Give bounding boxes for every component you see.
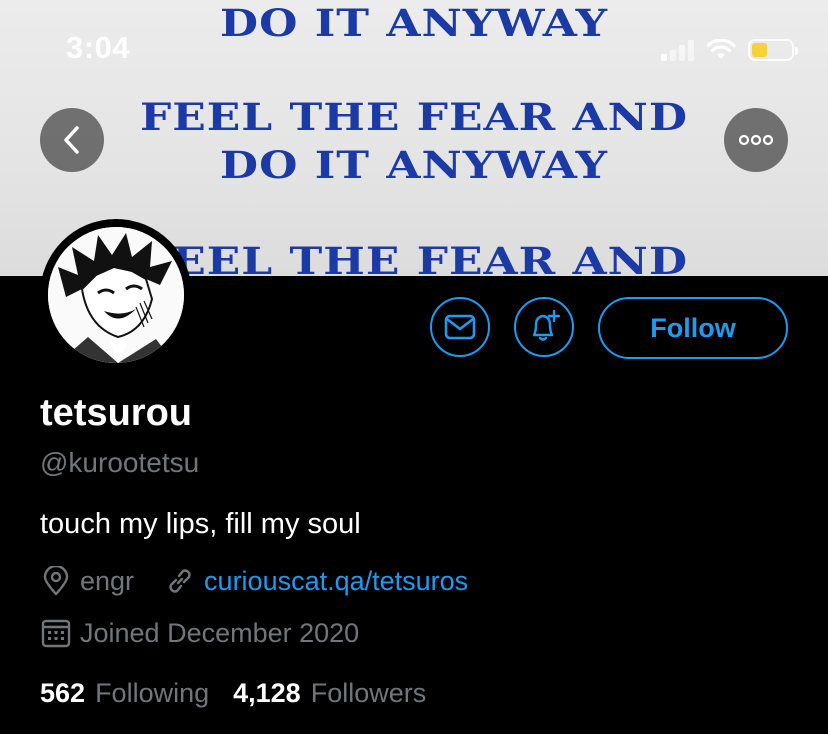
profile-join-date: Joined December 2020 bbox=[80, 617, 360, 648]
banner-text-line: FEEL THE FEAR AND bbox=[139, 95, 689, 140]
bell-plus-icon bbox=[532, 309, 561, 341]
following-label: Following bbox=[95, 678, 210, 708]
profile-meta-row: Joined December 2020 bbox=[40, 617, 359, 649]
profile-meta-row: engr curiouscat.qa/tetsuros bbox=[40, 565, 468, 597]
follow-stats: 562 Following 4,128 Followers bbox=[40, 678, 426, 709]
chevron-left-icon bbox=[64, 126, 79, 154]
avatar-image bbox=[48, 227, 184, 363]
profile-location: engr bbox=[80, 565, 135, 596]
wifi-icon bbox=[706, 39, 736, 59]
battery-level bbox=[752, 43, 767, 57]
followers-count: 4,128 bbox=[233, 678, 301, 708]
following-stat[interactable]: 562 Following bbox=[40, 678, 209, 709]
location-pin-icon bbox=[40, 565, 72, 597]
envelope-icon bbox=[444, 314, 476, 340]
avatar[interactable] bbox=[40, 219, 192, 371]
notifications-button[interactable] bbox=[514, 297, 574, 357]
profile-bio: touch my lips, fill my soul bbox=[40, 508, 361, 540]
battery-icon bbox=[748, 39, 798, 61]
back-button[interactable] bbox=[40, 108, 104, 172]
message-button[interactable] bbox=[430, 297, 490, 357]
ellipsis-icon bbox=[738, 134, 774, 146]
status-time: 3:04 bbox=[66, 30, 131, 65]
profile-website-link[interactable]: curiouscat.qa/tetsuros bbox=[204, 566, 468, 597]
calendar-icon bbox=[40, 617, 72, 649]
follow-button[interactable]: Follow bbox=[598, 297, 788, 359]
cellular-signal-icon bbox=[661, 39, 694, 61]
display-name: tetsurou bbox=[40, 392, 192, 434]
followers-label: Followers bbox=[310, 678, 427, 708]
more-options-button[interactable] bbox=[724, 108, 788, 172]
banner-text-line: DO IT ANYWAY bbox=[219, 143, 609, 188]
link-icon bbox=[164, 565, 196, 597]
user-handle: @kurootetsu bbox=[40, 447, 200, 478]
followers-stat[interactable]: 4,128 Followers bbox=[233, 678, 426, 709]
status-icons bbox=[661, 36, 798, 64]
following-count: 562 bbox=[40, 678, 86, 708]
